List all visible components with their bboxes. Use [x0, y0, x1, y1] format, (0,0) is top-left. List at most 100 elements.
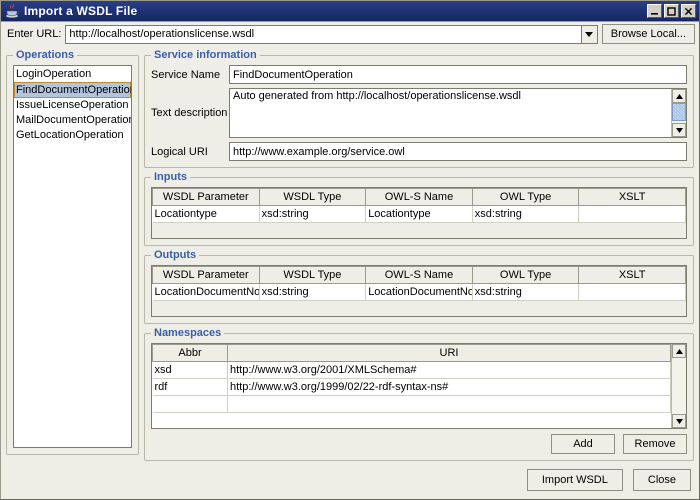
text-description-row: Text description Auto generated from htt… [151, 88, 687, 138]
column-header[interactable]: OWL-S Name [365, 266, 473, 284]
inputs-table-wrap: WSDL Parameter WSDL Type OWL-S Name OWL … [151, 187, 687, 239]
service-information-title: Service information [151, 49, 260, 61]
namespaces-buttons: Add Remove [151, 429, 687, 454]
close-icon [684, 7, 693, 15]
url-combobox[interactable] [65, 24, 598, 44]
minimize-button[interactable] [647, 4, 662, 18]
title-bar: Import a WSDL File [1, 1, 699, 22]
namespaces-panel: Namespaces Abbr URI xsd http://www.w3.or… [144, 327, 694, 461]
scroll-down-icon[interactable] [672, 414, 686, 428]
browse-local-button[interactable]: Browse Local... [601, 24, 695, 44]
url-input[interactable] [66, 25, 581, 43]
list-item[interactable]: MailDocumentOperation [14, 113, 131, 128]
import-wsdl-button[interactable]: Import WSDL [526, 469, 623, 491]
scrollbar-track[interactable] [672, 358, 686, 414]
scroll-down-icon[interactable] [672, 123, 686, 137]
service-name-label: Service Name [151, 68, 221, 81]
url-label: Enter URL: [7, 28, 62, 40]
list-item[interactable]: LoginOperation [14, 67, 131, 82]
text-description-scrollbar[interactable] [671, 89, 686, 137]
service-name-input[interactable]: FindDocumentOperation [229, 65, 687, 84]
list-item[interactable]: GetLocationOperation [14, 128, 131, 143]
column-header[interactable]: WSDL Parameter [152, 188, 260, 206]
table-header-row: WSDL Parameter WSDL Type OWL-S Name OWL … [152, 266, 686, 284]
scrollbar-track[interactable] [672, 103, 686, 123]
column-header[interactable]: XSLT [578, 266, 686, 284]
namespaces-scrollbar[interactable] [671, 344, 686, 428]
table-cell[interactable]: LocationDocumentNo [365, 283, 473, 301]
column-header[interactable]: WSDL Type [258, 266, 367, 284]
url-bar: Enter URL: Browse Local... [1, 22, 699, 46]
column-header[interactable]: XSLT [578, 188, 686, 206]
table-cell[interactable]: rdf [152, 378, 228, 396]
main-content: Operations LoginOperation FindDocumentOp… [1, 46, 699, 465]
table-cell[interactable]: xsd [152, 361, 228, 379]
table-row[interactable]: LocationDocumentNo xsd:string LocationDo… [152, 283, 686, 301]
remove-namespace-button[interactable]: Remove [623, 434, 687, 454]
namespaces-table-holder: Abbr URI xsd http://www.w3.org/2001/XMLS… [152, 344, 671, 428]
table-row[interactable]: rdf http://www.w3.org/1999/02/22-rdf-syn… [152, 378, 671, 396]
table-cell[interactable] [227, 395, 671, 413]
table-header-row: WSDL Parameter WSDL Type OWL-S Name OWL … [152, 188, 686, 206]
inputs-empty-area [152, 223, 686, 238]
add-namespace-button[interactable]: Add [551, 434, 615, 454]
maximize-button[interactable] [664, 4, 679, 18]
java-coffee-cup-icon [4, 3, 20, 19]
table-cell[interactable]: http://www.w3.org/2001/XMLSchema# [227, 361, 671, 379]
outputs-table: WSDL Parameter WSDL Type OWL-S Name OWL … [152, 266, 686, 301]
chevron-down-icon[interactable] [580, 25, 597, 43]
text-description-textarea[interactable]: Auto generated from http://localhost/ope… [229, 88, 687, 138]
scroll-up-icon[interactable] [672, 344, 686, 358]
dialog-footer: Import WSDL Close [1, 465, 699, 499]
table-row[interactable]: xsd http://www.w3.org/2001/XMLSchema# [152, 361, 671, 379]
table-cell[interactable] [578, 283, 686, 301]
table-row[interactable]: Locationtype xsd:string Locationtype xsd… [152, 205, 686, 223]
window-controls [647, 4, 696, 18]
table-cell[interactable]: LocationDocumentNo [152, 283, 260, 301]
namespaces-table: Abbr URI xsd http://www.w3.org/2001/XMLS… [152, 344, 671, 413]
logical-uri-input[interactable]: http://www.example.org/service.owl [229, 142, 687, 161]
column-header[interactable]: URI [227, 344, 671, 362]
close-dialog-button[interactable]: Close [632, 469, 691, 491]
text-description-value[interactable]: Auto generated from http://localhost/ope… [230, 89, 671, 137]
scroll-up-icon[interactable] [672, 89, 686, 103]
table-cell[interactable]: xsd:string [472, 283, 580, 301]
maximize-icon [667, 6, 676, 16]
table-row[interactable] [152, 395, 671, 413]
table-cell[interactable] [152, 395, 228, 413]
column-header[interactable]: OWL-S Name [365, 188, 473, 206]
table-cell[interactable]: xsd:string [259, 283, 367, 301]
list-item[interactable]: FindDocumentOperation [14, 82, 131, 98]
namespaces-title: Namespaces [151, 327, 225, 339]
table-cell[interactable]: http://www.w3.org/1999/02/22-rdf-syntax-… [227, 378, 671, 396]
operations-panel: Operations LoginOperation FindDocumentOp… [6, 49, 139, 455]
table-cell[interactable]: xsd:string [259, 205, 367, 223]
service-information-panel: Service information Service Name FindDoc… [144, 49, 694, 168]
column-header[interactable]: WSDL Type [258, 188, 367, 206]
import-wsdl-window: Import a WSDL File Enter URL: http://loc… [0, 0, 700, 500]
text-description-label: Text description [151, 107, 228, 119]
table-cell[interactable] [578, 205, 686, 223]
table-cell[interactable]: xsd:string [472, 205, 580, 223]
table-cell[interactable]: Locationtype [152, 205, 260, 223]
column-header[interactable]: OWL Type [471, 188, 580, 206]
scrollbar-thumb[interactable] [672, 103, 686, 121]
window-title: Import a WSDL File [24, 4, 138, 18]
operations-title: Operations [13, 49, 78, 61]
table-cell[interactable]: Locationtype [365, 205, 473, 223]
column-header[interactable]: Abbr [152, 344, 228, 362]
column-header[interactable]: OWL Type [471, 266, 580, 284]
outputs-empty-area [152, 301, 686, 316]
inputs-title: Inputs [151, 171, 190, 183]
service-name-row: Service Name FindDocumentOperation [151, 65, 687, 84]
outputs-title: Outputs [151, 249, 200, 261]
inputs-panel: Inputs WSDL Parameter WSDL Type OWL-S Na… [144, 171, 694, 246]
operations-column: Operations LoginOperation FindDocumentOp… [6, 49, 139, 455]
logical-uri-row: Logical URI http://www.example.org/servi… [151, 142, 687, 161]
operations-list[interactable]: LoginOperation FindDocumentOperation Iss… [13, 65, 132, 448]
column-header[interactable]: WSDL Parameter [152, 266, 260, 284]
list-item[interactable]: IssueLicenseOperation [14, 98, 131, 113]
outputs-table-wrap: WSDL Parameter WSDL Type OWL-S Name OWL … [151, 265, 687, 317]
namespaces-table-wrap: Abbr URI xsd http://www.w3.org/2001/XMLS… [151, 343, 687, 429]
close-button[interactable] [681, 4, 696, 18]
